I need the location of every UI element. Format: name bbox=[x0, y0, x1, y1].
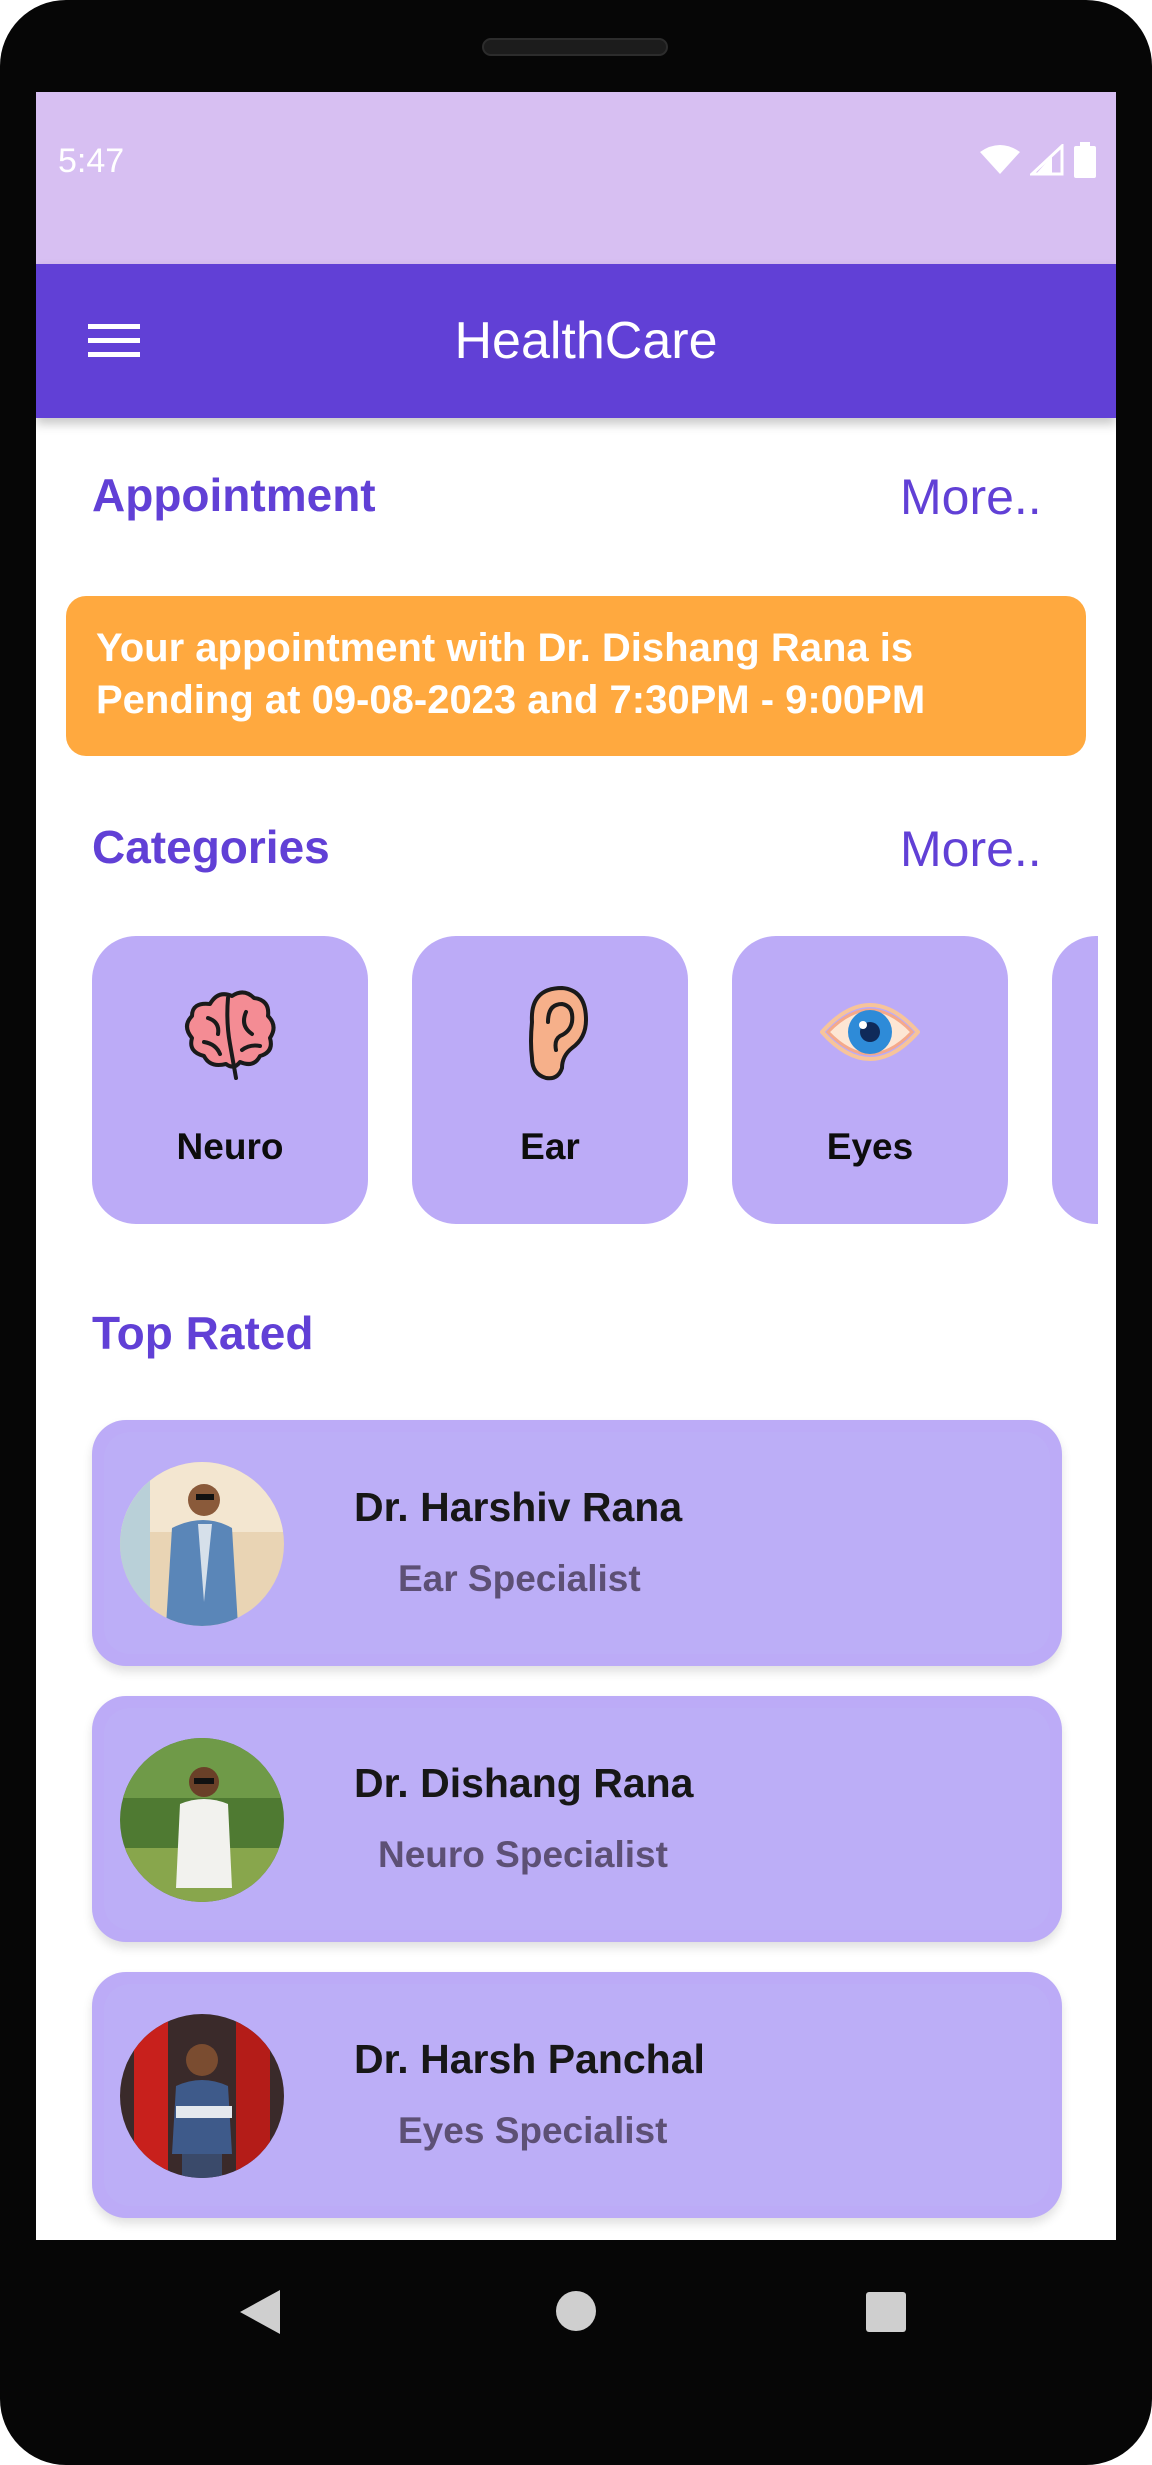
category-card-eyes[interactable]: Eyes bbox=[732, 936, 1008, 1224]
category-label: Neuro bbox=[176, 1126, 284, 1167]
recents-square-icon[interactable] bbox=[866, 2292, 906, 2332]
brain-icon bbox=[185, 990, 276, 1080]
doctor-name: Dr. Harshiv Rana bbox=[354, 1484, 683, 1530]
appointment-header: Appointment bbox=[92, 469, 376, 521]
doctor-specialty: Neuro Specialist bbox=[378, 1834, 668, 1875]
avatar bbox=[120, 1462, 284, 1626]
screen: 5:47 HealthCare Appointment More.. Your … bbox=[36, 92, 1116, 2240]
category-label: Eyes bbox=[826, 1126, 914, 1167]
cell-signal-icon bbox=[1030, 144, 1064, 176]
avatar bbox=[120, 1738, 284, 1902]
doctor-name: Dr. Dishang Rana bbox=[354, 1760, 694, 1806]
home-circle-icon[interactable] bbox=[555, 2290, 597, 2332]
avatar bbox=[120, 2014, 284, 2178]
appointment-more-link[interactable]: More.. bbox=[900, 468, 1042, 526]
back-triangle-icon[interactable] bbox=[240, 2290, 280, 2334]
category-card-partial[interactable] bbox=[1052, 936, 1098, 1224]
category-card-neuro[interactable]: Neuro bbox=[92, 936, 368, 1224]
category-card-ear[interactable]: Ear bbox=[412, 936, 688, 1224]
system-navigation-bar bbox=[0, 2240, 1152, 2370]
battery-icon bbox=[1074, 142, 1096, 178]
ear-icon bbox=[529, 986, 588, 1081]
wifi-icon bbox=[980, 145, 1020, 174]
categories-header: Categories bbox=[92, 821, 330, 873]
status-time: 5:47 bbox=[58, 142, 125, 180]
doctor-card[interactable]: Dr. Harsh Panchal Eyes Specialist bbox=[92, 1972, 1062, 2218]
appointment-banner[interactable]: Your appointment with Dr. Dishang Rana i… bbox=[66, 596, 1086, 756]
earpiece-speaker bbox=[482, 38, 668, 56]
categories-more-link[interactable]: More.. bbox=[900, 820, 1042, 878]
categories-scroller[interactable]: Neuro Ear Eyes bbox=[92, 936, 1098, 1226]
doctor-name: Dr. Harsh Panchal bbox=[354, 2036, 705, 2082]
top-rated-header: Top Rated bbox=[92, 1307, 314, 1359]
doctor-specialty: Ear Specialist bbox=[398, 1558, 641, 1599]
status-icons bbox=[980, 142, 1096, 178]
eye-icon bbox=[820, 1003, 920, 1061]
app-title: HealthCare bbox=[454, 312, 718, 370]
app-bar: HealthCare bbox=[36, 264, 1116, 418]
doctor-specialty: Eyes Specialist bbox=[398, 2110, 668, 2151]
phone-frame: 5:47 HealthCare Appointment More.. Your … bbox=[0, 0, 1152, 2465]
category-label: Ear bbox=[520, 1126, 580, 1167]
status-bar: 5:47 bbox=[36, 92, 1116, 264]
doctor-card[interactable]: Dr. Dishang Rana Neuro Specialist bbox=[92, 1696, 1062, 1942]
doctor-card[interactable]: Dr. Harshiv Rana Ear Specialist bbox=[92, 1420, 1062, 1666]
